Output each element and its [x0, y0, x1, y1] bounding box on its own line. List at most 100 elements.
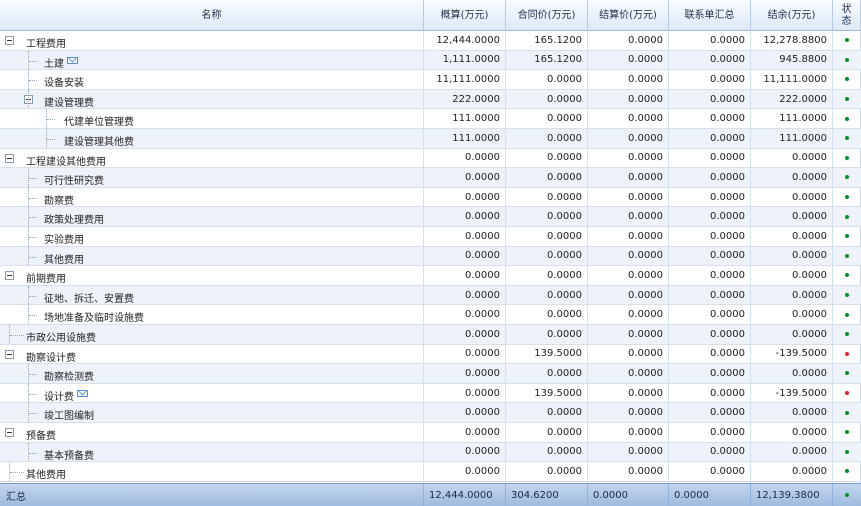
contract-cell: 0.0000 [506, 403, 588, 422]
table-row[interactable]: 勘察费 0.0000 0.0000 0.0000 0.0000 0.0000 [0, 187, 861, 208]
name-cell[interactable]: 勘察费 [0, 187, 424, 207]
col-header-liaison[interactable]: 联系单汇总 [669, 0, 751, 31]
name-cell[interactable]: 设计费 [0, 383, 424, 403]
grid-header: 名称 概算(万元) 合同价(万元) 结算价(万元) 联系单汇总 结余(万元) 状… [0, 0, 861, 31]
status-cell [833, 188, 861, 207]
table-row[interactable]: 竣工图编制 0.0000 0.0000 0.0000 0.0000 0.0000 [0, 403, 861, 423]
name-cell[interactable]: 工程费用 [0, 31, 424, 50]
tree-line [29, 217, 37, 219]
name-cell[interactable]: 土建 [0, 50, 424, 70]
tree-line [47, 119, 55, 121]
cost-tree-grid: 名称 概算(万元) 合同价(万元) 结算价(万元) 联系单汇总 结余(万元) 状… [0, 0, 861, 506]
table-row[interactable]: 工程建设其他费用 0.0000 0.0000 0.0000 0.0000 0.0000 [0, 148, 861, 169]
table-row[interactable]: 土建 1,111.0000 165.1200 0.0000 0.0000 945.8800 [0, 50, 861, 71]
settlement-cell: 0.0000 [588, 70, 669, 89]
collapse-icon[interactable] [5, 349, 14, 359]
table-row[interactable]: 其他费用 0.0000 0.0000 0.0000 0.0000 0.0000 [0, 462, 861, 482]
name-cell[interactable]: 实验费用 [0, 227, 424, 246]
status-cell [833, 207, 861, 226]
summary-row: 汇总 12,444.0000 304.6200 0.0000 0.0000 12… [0, 483, 861, 506]
tree-line [29, 295, 37, 297]
name-cell[interactable]: 市政公用设施费 [0, 325, 424, 344]
row-name-label: 工程费用 [26, 39, 66, 50]
table-row[interactable]: 代建单位管理费 111.0000 0.0000 0.0000 0.0000 111.000… [0, 109, 861, 129]
name-cell[interactable]: 政策处理费用 [0, 207, 424, 226]
contract-cell: 0.0000 [506, 227, 588, 246]
mail-icon[interactable] [77, 389, 88, 397]
contract-cell: 0.0000 [506, 129, 588, 148]
name-cell[interactable]: 征地、拆迁、安置费 [0, 285, 424, 305]
col-header-name[interactable]: 名称 [0, 0, 424, 31]
name-cell[interactable]: 其他费用 [0, 246, 424, 266]
collapse-icon[interactable] [5, 428, 14, 437]
collapse-icon[interactable] [5, 36, 14, 45]
name-cell[interactable]: 设备安装 [0, 70, 424, 89]
balance-cell: 11,111.0000 [751, 70, 833, 89]
name-cell[interactable]: 勘察设计费 [0, 344, 424, 364]
name-cell[interactable]: 其他费用 [0, 462, 424, 481]
liaison-cell: 0.0000 [669, 266, 751, 285]
liaison-cell: 0.0000 [669, 403, 751, 422]
summary-liaison: 0.0000 [669, 484, 751, 506]
table-row[interactable]: 建设管理费 222.0000 0.0000 0.0000 0.0000 222.0000 [0, 89, 861, 110]
name-cell[interactable]: 建设管理其他费 [0, 129, 424, 148]
name-cell[interactable]: 可行性研究费 [0, 168, 424, 187]
table-row[interactable]: 前期费用 0.0000 0.0000 0.0000 0.0000 0.0000 [0, 266, 861, 286]
table-row[interactable]: 基本预备费 0.0000 0.0000 0.0000 0.0000 0.0000 [0, 442, 861, 463]
table-row[interactable]: 设备安装 11,111.0000 0.0000 0.0000 0.0000 11,111.… [0, 70, 861, 90]
contract-cell: 139.5000 [506, 344, 588, 364]
col-header-balance[interactable]: 结余(万元) [751, 0, 833, 31]
table-row[interactable]: 工程费用 12,444.0000 165.1200 0.0000 0.0000 12,27… [0, 31, 861, 51]
budget-cell: 0.0000 [424, 168, 506, 187]
name-cell[interactable]: 竣工图编制 [0, 403, 424, 422]
table-row[interactable]: 勘察设计费 0.0000 139.5000 0.0000 0.0000 -139.5000 [0, 344, 861, 365]
name-cell[interactable]: 前期费用 [0, 266, 424, 285]
table-row[interactable]: 其他费用 0.0000 0.0000 0.0000 0.0000 0.0000 [0, 246, 861, 267]
row-name-label: 建设管理费 [44, 97, 94, 109]
budget-cell: 0.0000 [424, 383, 506, 403]
name-cell[interactable]: 预备费 [0, 423, 424, 442]
contract-cell: 0.0000 [506, 305, 588, 324]
table-row[interactable]: 建设管理其他费 111.0000 0.0000 0.0000 0.0000 111.000… [0, 129, 861, 149]
row-name-label: 政策处理费用 [44, 215, 104, 227]
col-header-status[interactable]: 状 态 [833, 0, 861, 31]
liaison-cell: 0.0000 [669, 109, 751, 128]
col-header-budget[interactable]: 概算(万元) [424, 0, 506, 31]
settlement-cell: 0.0000 [588, 442, 669, 462]
table-row[interactable]: 勘察检测费 0.0000 0.0000 0.0000 0.0000 0.0000 [0, 364, 861, 384]
contract-cell: 139.5000 [506, 383, 588, 403]
name-cell[interactable]: 场地准备及临时设施费 [0, 305, 424, 324]
status-cell [833, 443, 861, 462]
status-dot-icon [845, 97, 849, 102]
name-cell[interactable]: 工程建设其他费用 [0, 148, 424, 168]
table-row[interactable]: 实验费用 0.0000 0.0000 0.0000 0.0000 0.0000 [0, 227, 861, 247]
balance-cell: 111.0000 [751, 129, 833, 148]
table-row[interactable]: 政策处理费用 0.0000 0.0000 0.0000 0.0000 0.0000 [0, 207, 861, 227]
name-cell[interactable]: 基本预备费 [0, 442, 424, 462]
table-row[interactable]: 场地准备及临时设施费 0.0000 0.0000 0.0000 0.0000 0.0000 [0, 305, 861, 325]
mail-icon[interactable] [67, 56, 78, 64]
settlement-cell: 0.0000 [588, 305, 669, 324]
table-row[interactable]: 预备费 0.0000 0.0000 0.0000 0.0000 0.0000 [0, 423, 861, 443]
table-row[interactable]: 征地、拆迁、安置费 0.0000 0.0000 0.0000 0.0000 0.0000 [0, 285, 861, 306]
status-cell [833, 384, 861, 403]
name-cell[interactable]: 勘察检测费 [0, 364, 424, 383]
status-cell [833, 227, 861, 246]
liaison-cell: 0.0000 [669, 364, 751, 383]
tree-line [10, 335, 24, 336]
contract-cell: 0.0000 [506, 246, 588, 266]
balance-cell: 0.0000 [751, 187, 833, 207]
status-dot-icon [845, 332, 849, 337]
row-name-label: 勘察费 [44, 195, 74, 207]
table-row[interactable]: 设计费 0.0000 139.5000 0.0000 0.0000 -139.5000 [0, 383, 861, 404]
col-header-contract[interactable]: 合同价(万元) [506, 0, 588, 31]
name-cell[interactable]: 代建单位管理费 [0, 109, 424, 128]
row-name-label: 可行性研究费 [44, 176, 104, 188]
status-dot-icon [845, 77, 849, 82]
collapse-icon[interactable] [5, 153, 14, 163]
name-cell[interactable]: 建设管理费 [0, 89, 424, 109]
table-row[interactable]: 市政公用设施费 0.0000 0.0000 0.0000 0.0000 0.0000 [0, 325, 861, 345]
table-row[interactable]: 可行性研究费 0.0000 0.0000 0.0000 0.0000 0.0000 [0, 168, 861, 188]
collapse-icon[interactable] [5, 271, 14, 281]
col-header-settlement[interactable]: 结算价(万元) [588, 0, 669, 31]
